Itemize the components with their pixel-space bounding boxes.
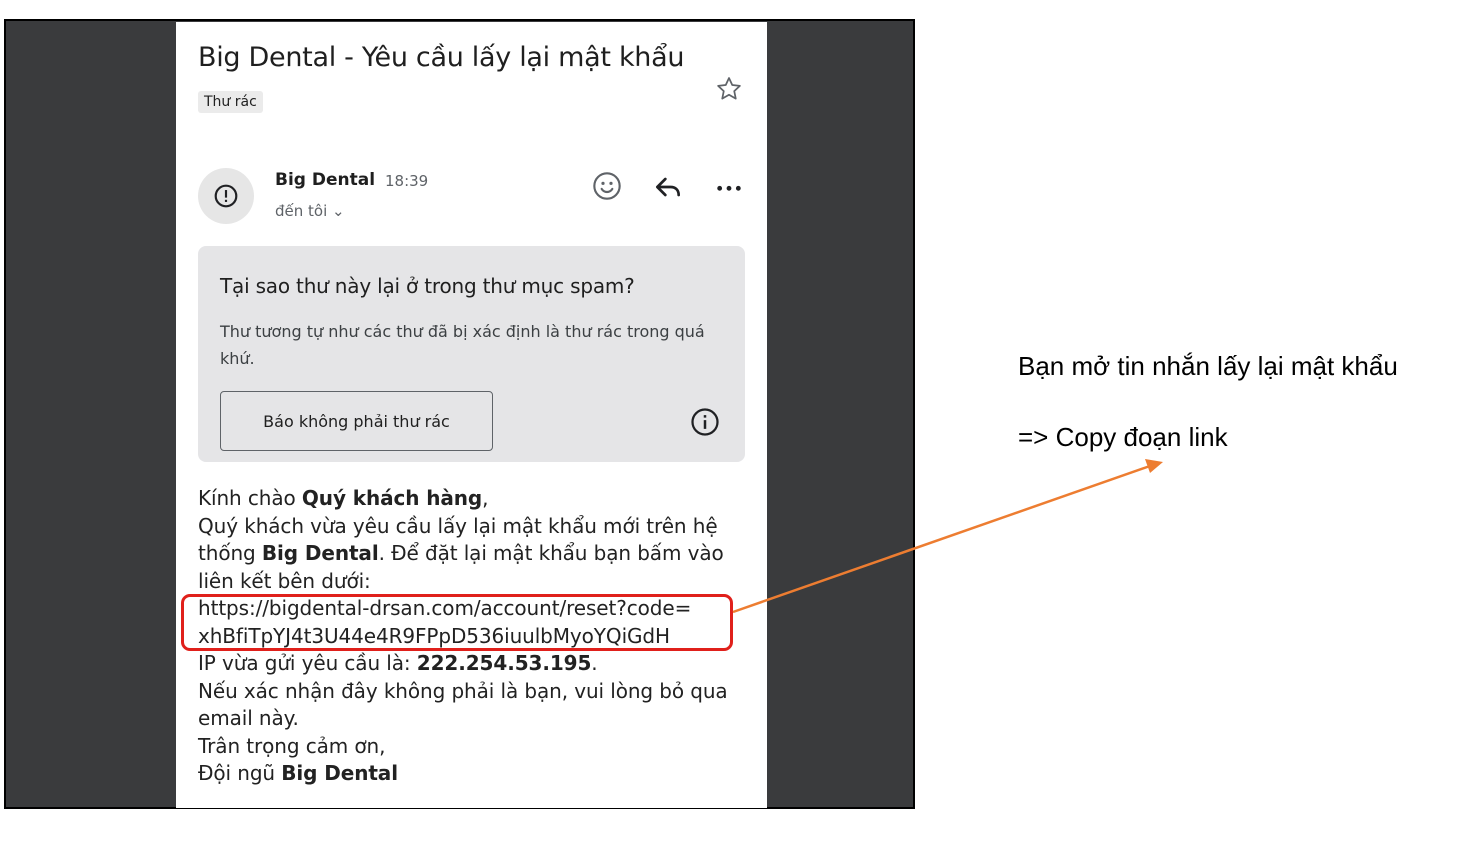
- annotation-instruction: Bạn mở tin nhắn lấy lại mật khẩu: [1018, 351, 1398, 381]
- annotation-arrow: [732, 459, 1163, 614]
- annotation-copy-link: => Copy đoạn link: [1018, 422, 1228, 452]
